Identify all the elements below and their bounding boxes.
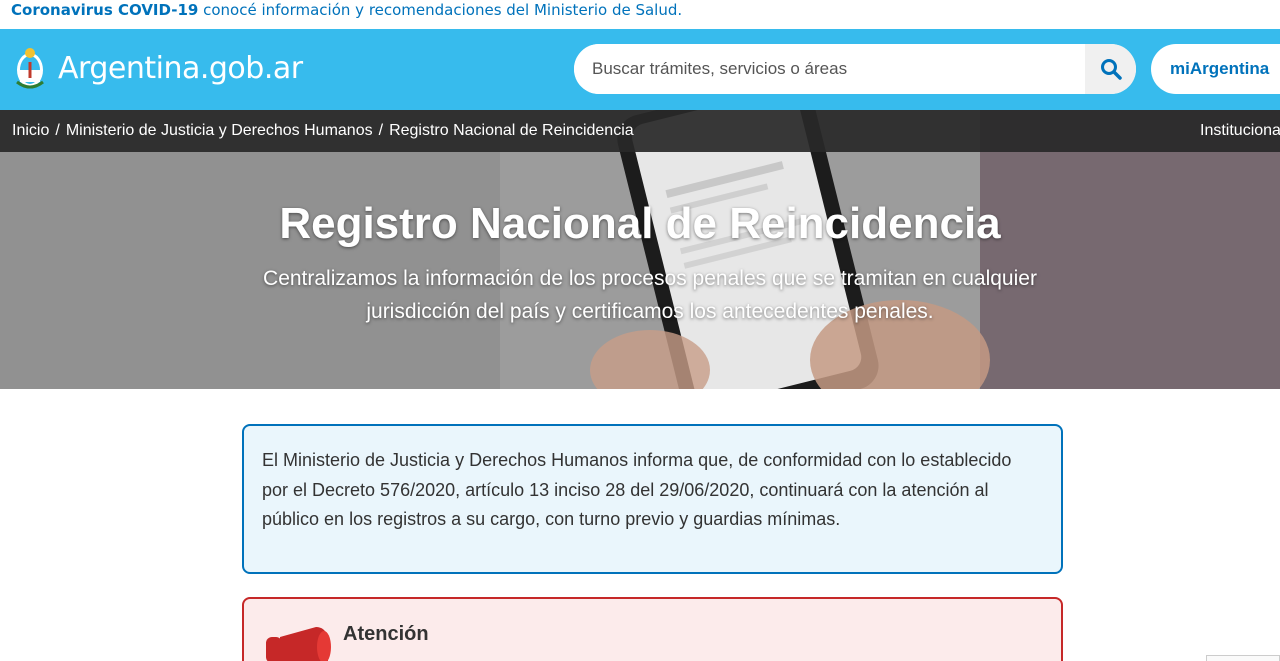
alert-title: Atención xyxy=(343,623,429,645)
covid-banner-strong[interactable]: Coronavirus COVID-19 xyxy=(11,1,198,19)
search-box xyxy=(574,44,1136,94)
argentina-coat-of-arms-icon[interactable] xyxy=(13,44,47,92)
notice-line-2: por el Decreto 576/2020, artículo 13 inc… xyxy=(262,479,989,500)
megaphone-icon xyxy=(266,627,331,661)
notice-box: El Ministerio de Justicia y Derechos Hum… xyxy=(242,424,1063,574)
breadcrumb-item-ministerio[interactable]: Ministerio de Justicia y Derechos Humano… xyxy=(66,122,373,139)
breadcrumb: Inicio / Ministerio de Justicia y Derechos… xyxy=(0,110,1280,152)
page-subtitle: Centralizamos la información de los proc… xyxy=(250,262,1050,328)
floating-corner-button[interactable] xyxy=(1206,655,1280,661)
hero-banner: Inicio / Ministerio de Justicia y Derechos… xyxy=(0,110,1280,389)
notice-line-1: El Ministerio de Justicia y Derechos Hum… xyxy=(262,450,1012,470)
page-title: Registro Nacional de Reincidencia xyxy=(279,199,1001,248)
breadcrumb-separator: / xyxy=(378,122,384,139)
site-header: Argentina.gob.ar miArgentina xyxy=(0,29,1280,110)
breadcrumb-item-current: Registro Nacional de Reincidencia xyxy=(389,122,634,139)
institucional-link[interactable]: Institucional xyxy=(1200,110,1280,152)
search-input[interactable] xyxy=(574,44,1085,94)
page-subtitle-line-1: Centralizamos la información de los proc… xyxy=(263,267,1037,290)
alert-box: Atención xyxy=(242,597,1063,661)
breadcrumb-separator: / xyxy=(55,122,60,139)
covid-banner[interactable]: Coronavirus COVID-19 conocé información … xyxy=(0,0,1280,29)
covid-banner-text[interactable]: conocé información y recomendaciones del… xyxy=(198,1,682,19)
notice-line-3: público en los registros a su cargo, con… xyxy=(262,509,841,529)
miargentina-button[interactable]: miArgentina xyxy=(1151,44,1280,94)
search-icon xyxy=(1100,59,1122,80)
page-subtitle-line-2: jurisdicción del país y certificamos los… xyxy=(366,300,934,323)
breadcrumb-item-inicio[interactable]: Inicio xyxy=(12,122,49,139)
search-button[interactable] xyxy=(1085,44,1136,94)
brand-name[interactable]: Argentina.gob.ar xyxy=(58,49,303,89)
